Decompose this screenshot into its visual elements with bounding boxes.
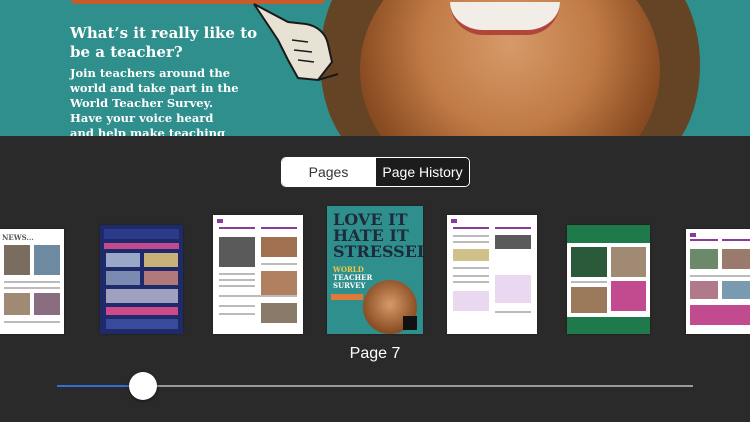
page-preview: What’s it really like to be a teacher? J… <box>0 0 750 136</box>
thumb-headline: STRESSED <box>333 242 423 261</box>
view-segmented-control: Pages Page History <box>281 157 470 187</box>
current-page-label: Page 7 <box>349 345 401 362</box>
page-slider[interactable] <box>57 372 693 400</box>
preview-body-text: Join teachers around the world and take … <box>70 66 239 136</box>
page-thumbnail-current[interactable]: LOVE IT HATE IT STRESSED WORLD TEACHER S… <box>327 206 423 334</box>
page-thumbnail[interactable] <box>447 215 537 334</box>
page-thumbnail[interactable]: NEWS... <box>0 229 64 334</box>
preview-headline: What’s it really like to be a teacher? <box>70 24 258 61</box>
page-thumbnail[interactable] <box>100 225 183 334</box>
tab-page-history[interactable]: Page History <box>375 158 469 186</box>
page-thumbnail[interactable] <box>686 229 750 334</box>
page-thumbnail[interactable] <box>213 215 303 334</box>
tab-pages[interactable]: Pages <box>282 158 375 186</box>
slider-knob[interactable] <box>129 372 157 400</box>
thumb-title: NEWS... <box>2 233 34 242</box>
page-thumbnail[interactable] <box>567 225 650 334</box>
smile-shape <box>450 2 560 35</box>
